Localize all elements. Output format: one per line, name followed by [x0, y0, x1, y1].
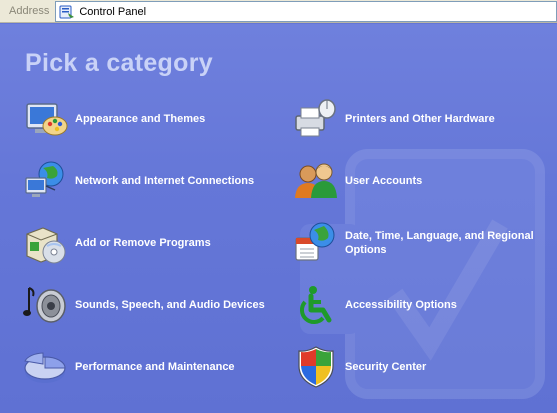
category-label: Network and Internet Connections	[75, 175, 255, 187]
category-label: Sounds, Speech, and Audio Devices	[75, 299, 265, 311]
category-security-center[interactable]: Security Center	[293, 344, 426, 390]
control-panel-icon	[59, 5, 75, 18]
category-label: Date, Time, Language, and Regional Optio…	[345, 230, 534, 256]
address-label: Address	[9, 5, 50, 17]
address-value: Control Panel	[79, 5, 147, 18]
address-bar: Address Control Panel	[0, 0, 557, 23]
category-label: Appearance and Themes	[75, 113, 206, 125]
speaker-note-icon	[23, 287, 66, 323]
printer-mouse-icon	[295, 99, 336, 137]
category-performance-maintenance[interactable]: Performance and Maintenance	[23, 344, 235, 390]
pie-chart-icon	[24, 352, 66, 383]
wheelchair-icon	[299, 286, 332, 325]
page-title: Pick a category	[25, 49, 213, 77]
category-label: Add or Remove Programs	[75, 237, 211, 249]
category-printers-hardware[interactable]: Printers and Other Hardware	[293, 96, 495, 142]
category-add-remove-programs[interactable]: Add or Remove Programs	[23, 220, 211, 266]
install-box-cd-icon	[26, 227, 66, 264]
shield-icon	[298, 346, 334, 388]
category-label: User Accounts	[345, 175, 423, 187]
category-accessibility-options[interactable]: Accessibility Options	[293, 282, 457, 328]
category-appearance-themes[interactable]: Appearance and Themes	[23, 96, 205, 142]
users-icon	[295, 163, 337, 198]
category-sounds-speech-audio[interactable]: Sounds, Speech, and Audio Devices	[23, 282, 265, 328]
control-panel-view: Pick a category Appearance and Themes Pr…	[0, 24, 557, 413]
category-date-time-language[interactable]: Date, Time, Language, and Regional Optio…	[293, 220, 555, 266]
category-network-internet[interactable]: Network and Internet Connections	[23, 158, 254, 204]
category-label: Accessibility Options	[345, 299, 457, 311]
category-label: Printers and Other Hardware	[345, 113, 495, 125]
network-globe-icon	[25, 161, 64, 197]
category-label: Security Center	[345, 361, 427, 373]
category-user-accounts[interactable]: User Accounts	[293, 158, 422, 204]
appearance-themes-icon	[26, 103, 68, 136]
category-label: Performance and Maintenance	[75, 361, 235, 373]
calendar-globe-icon	[295, 222, 335, 261]
address-field[interactable]: Control Panel	[55, 1, 557, 22]
